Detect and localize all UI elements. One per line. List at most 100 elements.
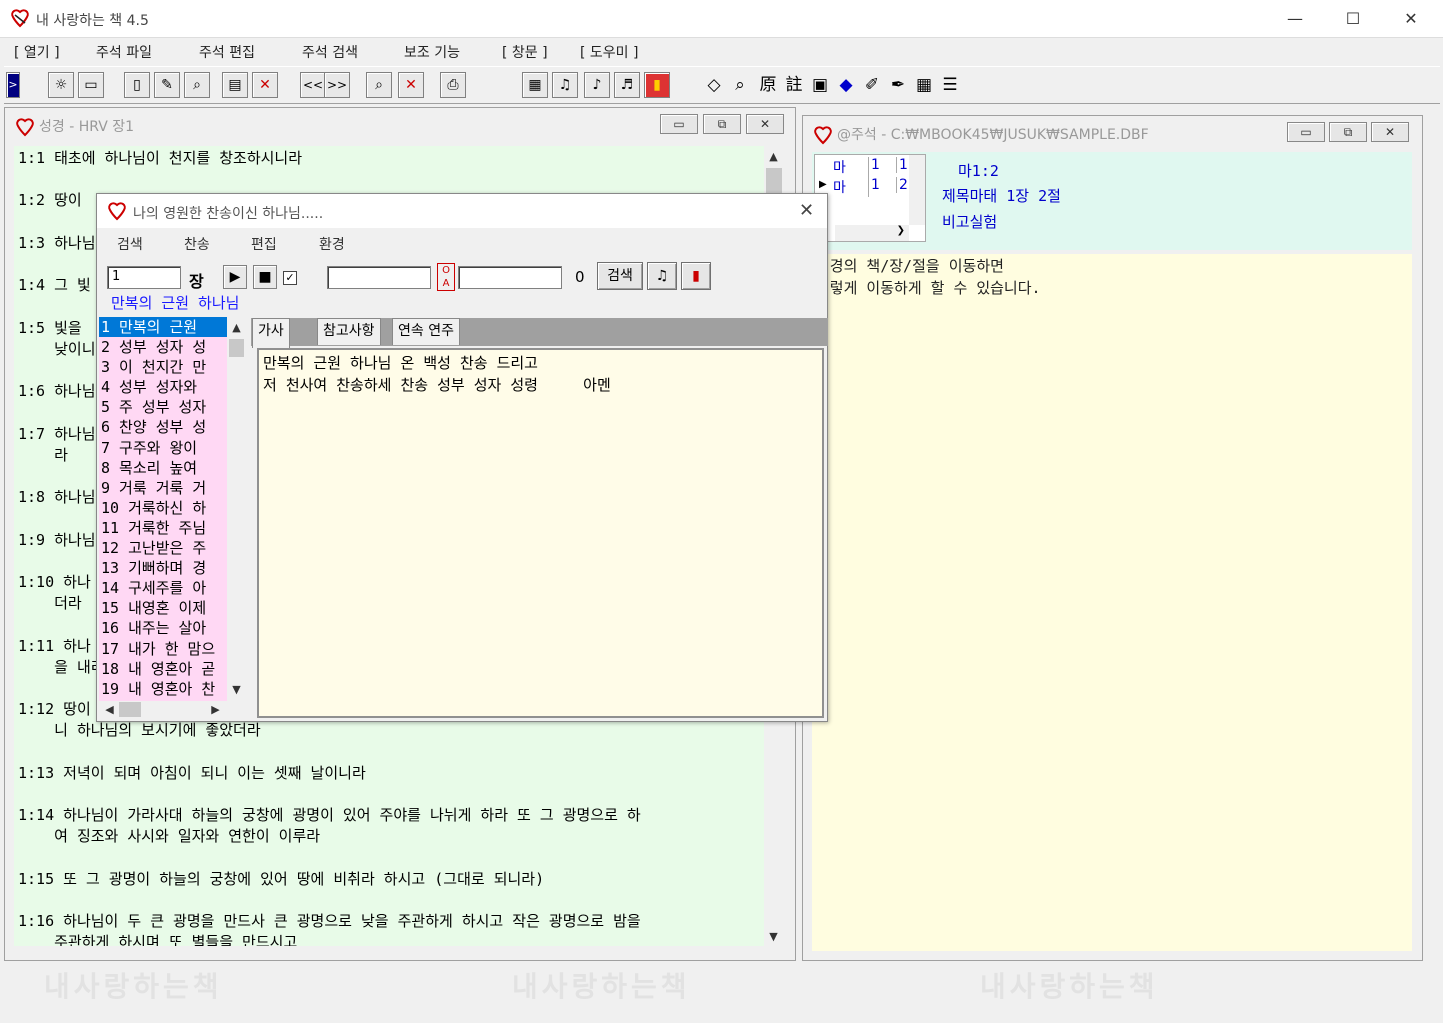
list-item[interactable]: 16 내주는 살아 xyxy=(99,618,227,638)
scroll-up-icon[interactable]: ▲ xyxy=(228,319,245,336)
list-item[interactable]: 19 내 영혼아 찬 xyxy=(99,679,227,699)
hymn-menu-edit[interactable]: 편집 xyxy=(251,234,277,254)
tab-lyrics[interactable]: 가사 xyxy=(252,318,290,348)
book-icon[interactable]: ▣ xyxy=(808,72,832,98)
exit-icon[interactable]: ▮ xyxy=(681,262,711,290)
new-file-icon[interactable]: ▯ xyxy=(124,72,150,98)
menu-note-search[interactable]: 주석 검색 xyxy=(302,42,358,62)
list-item[interactable]: 3 이 천지간 만 xyxy=(99,357,227,377)
tab-continuous-play[interactable]: 연속 연주 xyxy=(392,318,460,345)
hymn-icon[interactable]: ♫ xyxy=(552,72,578,98)
grid-hscroll[interactable]: ❯ xyxy=(835,225,909,241)
minimize-icon[interactable]: ▭ xyxy=(660,114,698,134)
grid-cell[interactable]: 2 xyxy=(899,177,909,193)
grid-cell[interactable]: 마 xyxy=(833,177,869,197)
hymn-list-scrollbar[interactable]: ▲ ▼ xyxy=(228,317,245,701)
table-icon[interactable]: ▦ xyxy=(522,72,548,98)
minimize-button[interactable]: — xyxy=(1272,4,1318,34)
hymn-book-icon[interactable]: ♫ xyxy=(647,262,677,290)
list-item[interactable]: 7 구주와 왕이 xyxy=(99,438,227,458)
hymn-search-input[interactable] xyxy=(327,266,431,289)
magnifier-icon[interactable]: ⌕ xyxy=(728,72,752,98)
menu-help[interactable]: [ 도우미 ] xyxy=(580,42,638,62)
or-and-icon[interactable]: OA xyxy=(437,263,455,291)
grid-cell[interactable]: 마 xyxy=(833,157,869,177)
lyrics-text[interactable]: 만복의 근원 하나님 온 백성 찬송 드리고 저 천사여 찬송하세 찬송 성부 … xyxy=(257,348,824,718)
hymn-number-input[interactable]: 1 xyxy=(107,266,181,289)
delete-file-icon[interactable]: ✕ xyxy=(252,72,278,98)
list-item[interactable]: 13 기뻐하며 경 xyxy=(99,558,227,578)
close-icon[interactable]: ✕ xyxy=(746,114,784,134)
list-item[interactable]: 5 주 성부 성자 xyxy=(99,397,227,417)
grid-scrollbar[interactable] xyxy=(909,155,925,225)
edit-file-icon[interactable]: ✎ xyxy=(154,72,180,98)
menu-open[interactable]: [ 열기 ] xyxy=(14,42,60,62)
tag-icon[interactable]: ✐ xyxy=(860,72,884,98)
list-item[interactable]: 9 거룩 거룩 거 xyxy=(99,478,227,498)
close-icon[interactable]: ✕ xyxy=(799,200,814,221)
hymn-menu-search[interactable]: 검색 xyxy=(117,234,143,254)
scroll-thumb[interactable] xyxy=(119,702,141,717)
calendar-icon[interactable]: ▦ xyxy=(912,72,936,98)
list-item[interactable]: 8 목소리 높여 xyxy=(99,458,227,478)
minimize-icon[interactable]: ▭ xyxy=(1287,122,1325,142)
nav-arrow-icon[interactable]: > xyxy=(6,72,20,98)
exit-icon[interactable]: ▮ xyxy=(644,72,670,98)
scroll-left-icon[interactable]: ◀ xyxy=(101,701,118,718)
cancel-icon[interactable]: ✕ xyxy=(398,72,424,98)
list-item[interactable]: 2 성부 성자 성 xyxy=(99,337,227,357)
list-item[interactable]: 14 구세주를 아 xyxy=(99,578,227,598)
scroll-thumb[interactable] xyxy=(229,339,244,357)
notes-grid[interactable]: 마 1 1 ▶ 마 1 2 ❯ xyxy=(814,154,926,242)
menu-tools[interactable]: 보조 기능 xyxy=(404,42,460,62)
maximize-button[interactable]: ☐ xyxy=(1330,4,1376,34)
list-item[interactable]: 17 내가 한 맘으 xyxy=(99,639,227,659)
list-item[interactable]: 10 거룩하신 하 xyxy=(99,498,227,518)
bookmark-icon[interactable]: ◇ xyxy=(702,72,726,98)
open-folder-icon[interactable]: ▭ xyxy=(78,72,104,98)
save-file-icon[interactable]: ▤ xyxy=(222,72,248,98)
search-file-icon[interactable]: ⌕ xyxy=(184,72,210,98)
list-item[interactable]: 15 내영혼 이제 xyxy=(99,598,227,618)
close-button[interactable]: ✕ xyxy=(1388,4,1434,34)
note-body[interactable]: 성경의 책/장/절을 이동하면 이렇게 이동하게 할 수 있습니다. xyxy=(812,254,1412,951)
grid-cell[interactable]: 1 xyxy=(899,157,909,173)
close-icon[interactable]: ✕ xyxy=(1371,122,1409,142)
diamond-icon[interactable]: ◆ xyxy=(834,72,858,98)
original-text-button[interactable]: 原 xyxy=(756,72,780,98)
list-item[interactable]: 12 고난받은 주 xyxy=(99,538,227,558)
hymn-list[interactable]: 1 만복의 근원 2 성부 성자 성 3 이 천지간 만 4 성부 성자와 5 … xyxy=(99,317,227,701)
hymn-menu-settings[interactable]: 환경 xyxy=(319,234,345,254)
menu-note-file[interactable]: 주석 파일 xyxy=(96,42,152,62)
tab-notes[interactable]: 참고사항 xyxy=(317,318,381,345)
score-icon[interactable]: ♬ xyxy=(614,72,640,98)
menu-window[interactable]: [ 창문 ] xyxy=(502,42,548,62)
list-item[interactable]: 11 거룩한 주님 xyxy=(99,518,227,538)
repeat-checkbox[interactable]: ✓ xyxy=(283,271,297,285)
preview-icon[interactable]: ⌕ xyxy=(366,72,392,98)
restore-icon[interactable]: ⧉ xyxy=(703,114,741,134)
restore-icon[interactable]: ⧉ xyxy=(1329,122,1367,142)
scroll-down-icon[interactable]: ▼ xyxy=(765,928,782,945)
prev-button[interactable]: << xyxy=(300,72,326,98)
sun-icon[interactable]: ☼ xyxy=(48,72,74,98)
menu-note-edit[interactable]: 주석 편집 xyxy=(199,42,255,62)
scroll-down-icon[interactable]: ▼ xyxy=(228,681,245,698)
list-tree-icon[interactable]: ☰ xyxy=(938,72,962,98)
print-icon[interactable]: ⎙ xyxy=(440,72,466,98)
grid-cell[interactable]: 1 xyxy=(871,157,897,173)
music-icon[interactable]: ♪ xyxy=(584,72,610,98)
annotation-button[interactable]: 註 xyxy=(782,72,806,98)
hymn-search2-input[interactable] xyxy=(458,266,562,289)
list-item[interactable]: 6 찬양 성부 성 xyxy=(99,417,227,437)
grid-cell[interactable]: 1 xyxy=(871,177,897,193)
play-icon[interactable]: ▶ xyxy=(223,265,247,289)
pen-icon[interactable]: ✒ xyxy=(886,72,910,98)
hymn-list-hscroll[interactable]: ◀ ▶ xyxy=(99,701,245,718)
scroll-right-icon[interactable]: ▶ xyxy=(207,701,224,718)
list-item[interactable]: 1 만복의 근원 xyxy=(99,317,227,338)
stop-icon[interactable]: ■ xyxy=(253,265,277,289)
list-item[interactable]: 18 내 영혼아 곧 xyxy=(99,659,227,679)
list-item[interactable]: 4 성부 성자와 xyxy=(99,377,227,397)
hymn-menu-hymn[interactable]: 찬송 xyxy=(184,234,210,254)
